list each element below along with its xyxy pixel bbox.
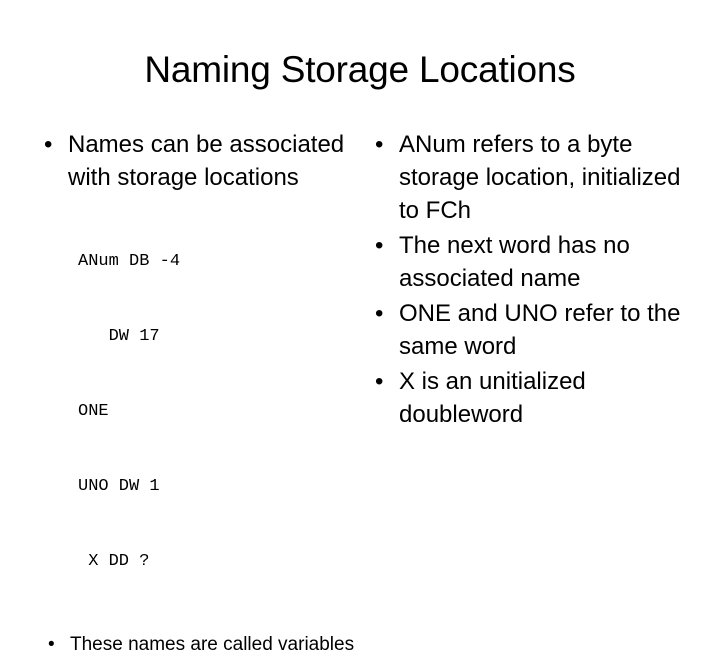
list-item-label: ONE and UNO refer to the same word <box>399 300 681 360</box>
left-content-column: • Names can be associated with storage l… <box>38 128 358 658</box>
list-item: • ONE and UNO refer to the same word <box>369 297 689 363</box>
list-item: • These names are called variables <box>38 632 358 658</box>
list-item: • Names can be associated with storage l… <box>38 128 358 194</box>
slide: Naming Storage Locations • Names can be … <box>0 0 720 655</box>
list-item-label: X is an unitialized doubleword <box>399 368 586 428</box>
slide-body: • Names can be associated with storage l… <box>0 128 720 655</box>
code-line: DW 17 <box>78 327 160 346</box>
list-item-label: Names can be associated with storage loc… <box>68 131 345 191</box>
bullet-icon: • <box>375 131 384 158</box>
code-line: ONE <box>78 402 109 421</box>
list-item: • The next word has no associated name <box>369 229 689 295</box>
code-line: ANum DB -4 <box>78 252 181 271</box>
list-item-label: The next word has no associated name <box>399 232 630 292</box>
bullet-icon: • <box>44 131 53 158</box>
list-item-label: These names are called variables <box>70 634 355 655</box>
list-item: • X is an unitialized doubleword <box>369 365 689 431</box>
list-item-label: ANum refers to a byte storage location, … <box>399 131 681 224</box>
bullet-icon: • <box>48 634 55 655</box>
code-listing: ANum DB -4 DW 17 ONE UNO DW 1 X DD ? <box>38 199 358 624</box>
list-item: • ANum refers to a byte storage location… <box>369 128 689 227</box>
bullet-icon: • <box>375 368 384 395</box>
bullet-icon: • <box>375 232 384 259</box>
bullet-icon: • <box>375 300 384 327</box>
code-line: UNO DW 1 <box>78 477 160 496</box>
page-title: Naming Storage Locations <box>144 49 576 90</box>
right-content-column: • ANum refers to a byte storage location… <box>369 128 689 431</box>
code-line: X DD ? <box>78 552 150 571</box>
